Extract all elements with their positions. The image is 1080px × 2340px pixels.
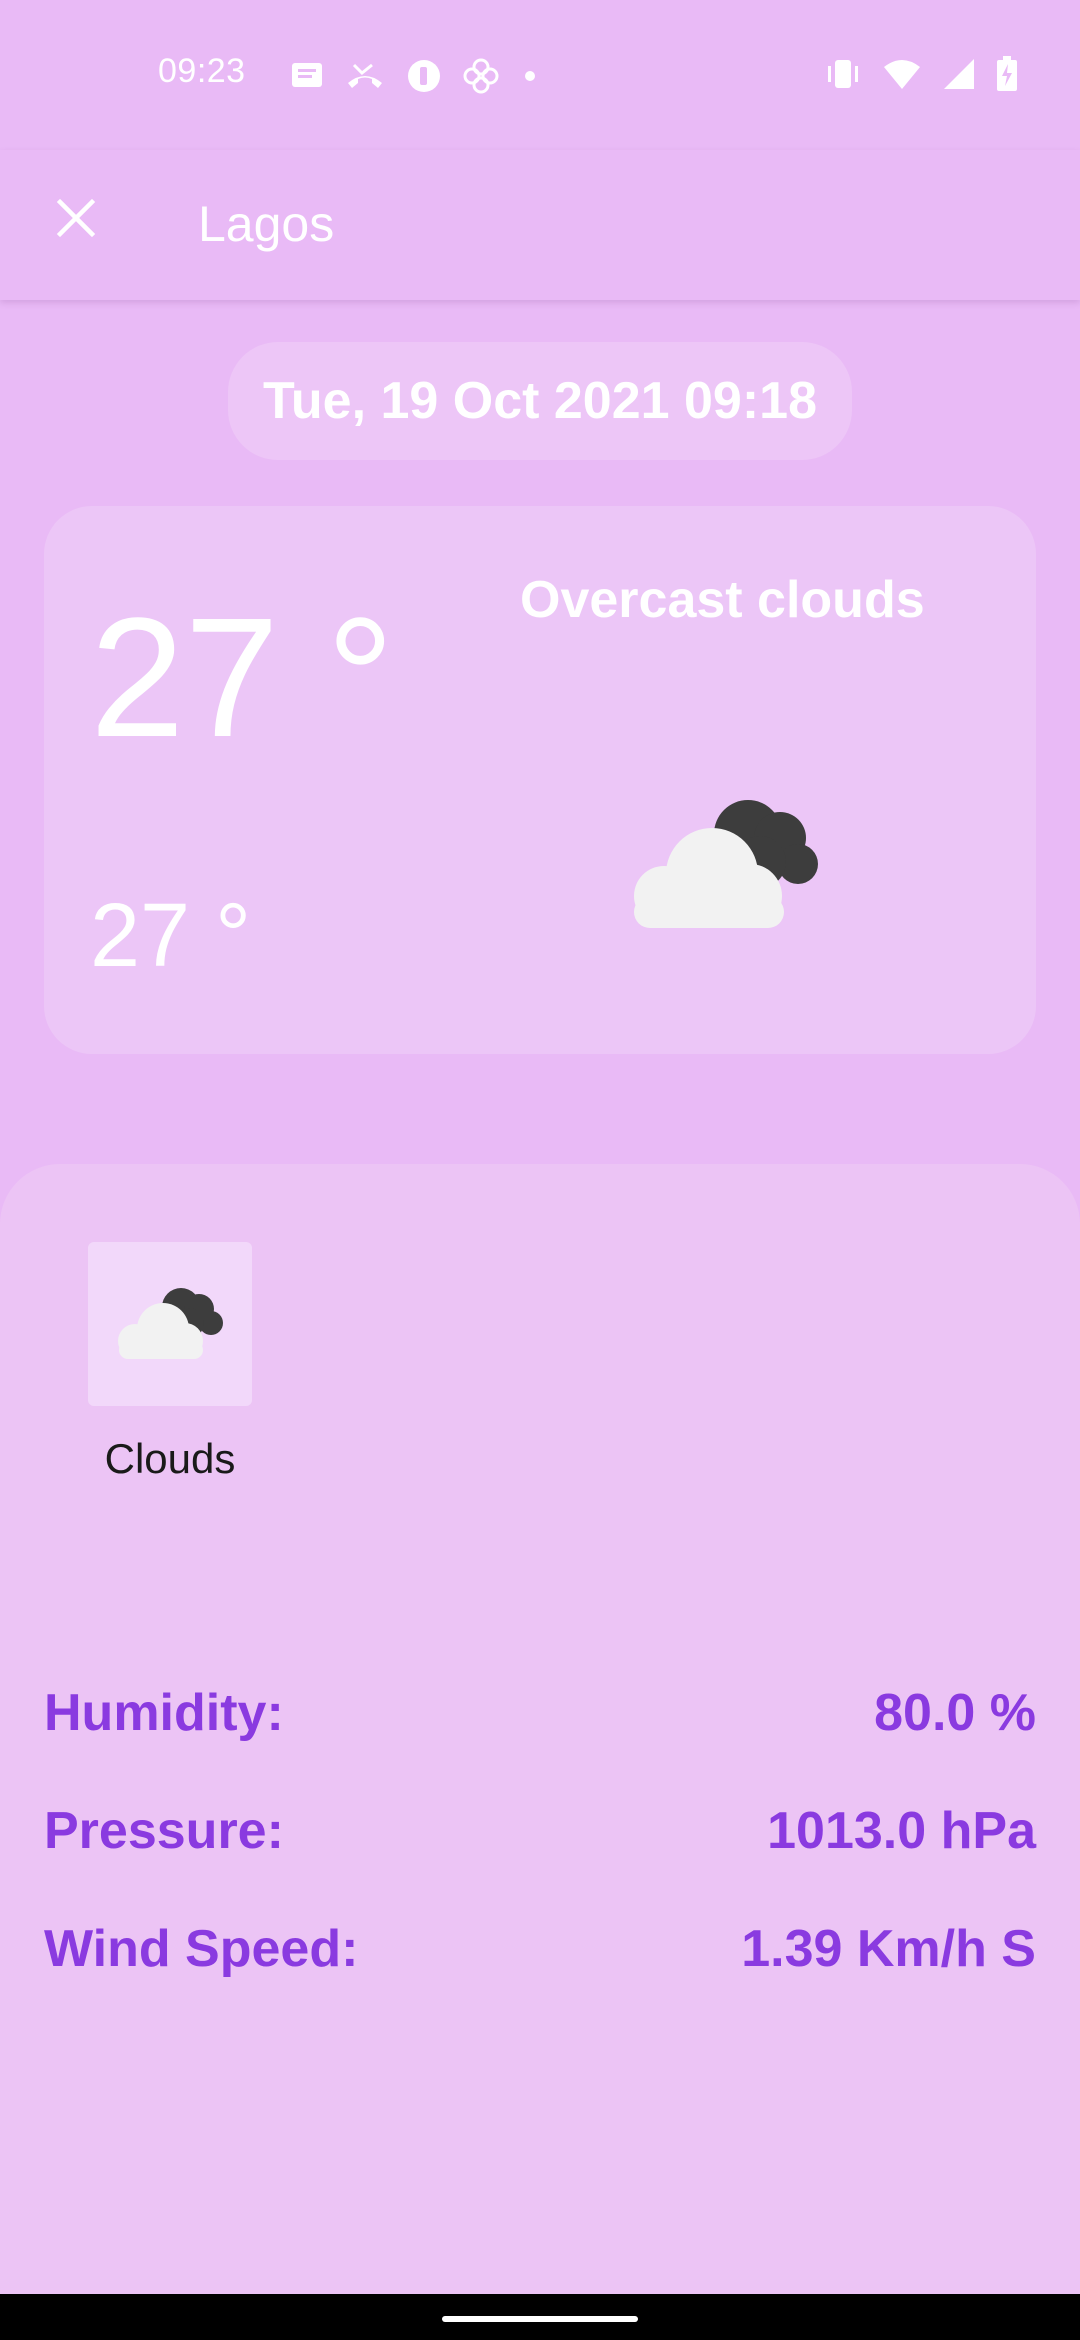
battery-charging-icon bbox=[996, 56, 1018, 92]
condition-description: Overcast clouds bbox=[520, 571, 925, 629]
pressure-row: Pressure: 1013.0 hPa bbox=[44, 1796, 1036, 1866]
humidity-value: 80.0 % bbox=[874, 1684, 1036, 1742]
feels-like-temperature: 27 ° bbox=[90, 886, 252, 986]
condition-tile[interactable] bbox=[88, 1242, 252, 1406]
app-bar bbox=[0, 150, 1080, 300]
wifi-icon bbox=[882, 57, 922, 91]
status-icons-right bbox=[824, 54, 1018, 94]
home-gesture-handle[interactable] bbox=[442, 2316, 638, 2322]
humidity-label: Humidity: bbox=[44, 1684, 284, 1742]
pinwheel-icon bbox=[462, 57, 500, 95]
status-icons-left bbox=[290, 56, 540, 96]
status-time: 09:23 bbox=[158, 52, 246, 90]
wind-speed-label: Wind Speed: bbox=[44, 1920, 359, 1978]
wind-speed-value: 1.39 Km/h S bbox=[741, 1920, 1036, 1978]
pressure-value: 1013.0 hPa bbox=[767, 1802, 1036, 1860]
close-button[interactable] bbox=[38, 182, 114, 258]
signal-icon bbox=[942, 57, 976, 91]
wind-speed-row: Wind Speed: 1.39 Km/h S bbox=[44, 1914, 1036, 1984]
more-dot-icon bbox=[520, 66, 540, 86]
missed-call-icon bbox=[344, 61, 386, 91]
status-bar: 09:23 bbox=[0, 0, 1080, 150]
humidity-row: Humidity: 80.0 % bbox=[44, 1678, 1036, 1748]
overcast-clouds-icon bbox=[620, 792, 830, 932]
city-title: Lagos bbox=[198, 196, 335, 252]
app-notification-icon bbox=[406, 58, 442, 94]
clouds-icon bbox=[111, 1283, 229, 1366]
pressure-label: Pressure: bbox=[44, 1802, 284, 1860]
close-icon bbox=[54, 196, 98, 245]
date-time-pill: Tue, 19 Oct 2021 09:18 bbox=[228, 342, 852, 460]
current-temperature: 27 ° bbox=[90, 583, 395, 773]
message-icon bbox=[290, 61, 324, 91]
vibrate-icon bbox=[824, 57, 862, 91]
condition-label: Clouds bbox=[104, 1435, 236, 1482]
